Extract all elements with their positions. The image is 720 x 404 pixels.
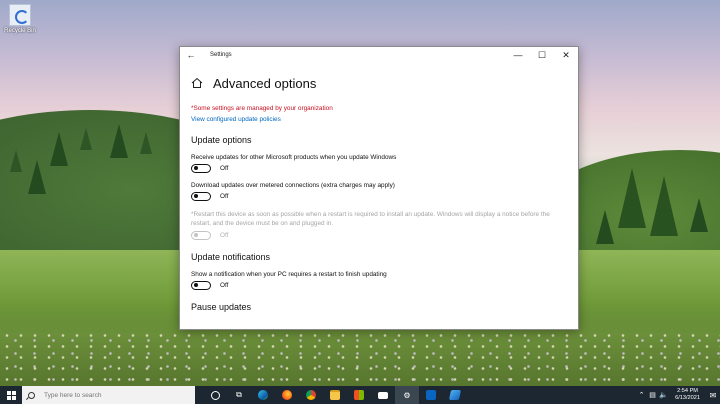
wallpaper-tree	[28, 160, 46, 194]
metered-download-label: Download updates over metered connection…	[191, 182, 395, 189]
window-title: Settings	[210, 52, 232, 58]
settings-window: ← Settings — ☐ ✕ Advanced options *Some …	[179, 46, 579, 330]
page-header: Advanced options	[191, 71, 568, 95]
file-explorer-icon[interactable]	[323, 386, 347, 404]
toggle-state-text: Off	[220, 232, 229, 239]
clock-time: 2:54 PM	[677, 388, 698, 394]
wallpaper-tree	[690, 198, 708, 232]
clock[interactable]: 2:54 PM 6/13/2021	[675, 388, 700, 402]
wallpaper-flowers	[0, 330, 720, 386]
chrome-icon[interactable]	[299, 386, 323, 404]
receive-other-updates-row: Off	[191, 164, 568, 173]
volume-icon[interactable]: 🔈	[658, 391, 669, 399]
close-button[interactable]: ✕	[554, 47, 578, 63]
page-title: Advanced options	[213, 75, 317, 91]
receive-other-updates-toggle[interactable]	[191, 164, 211, 173]
settings-content: Advanced options *Some settings are mana…	[180, 63, 578, 312]
system-tray: ⌃ ▤ 🔈 2:54 PM 6/13/2021 ✉	[636, 388, 720, 402]
restart-notification-label: Show a notification when your PC require…	[191, 271, 387, 278]
metered-download-row: Off	[191, 192, 568, 201]
toggle-state-text: Off	[220, 165, 229, 172]
wallpaper-tree	[650, 176, 678, 236]
home-icon[interactable]	[191, 77, 203, 89]
store-icon[interactable]	[347, 386, 371, 404]
toggle-state-text: Off	[220, 282, 229, 289]
recycle-bin-icon	[9, 4, 31, 26]
task-view-icon[interactable]: ⧉	[227, 386, 251, 404]
restart-asap-toggle	[191, 231, 211, 240]
restart-notification-toggle[interactable]	[191, 281, 211, 290]
update-notifications-heading: Update notifications	[191, 252, 271, 262]
view-policies-link[interactable]: View configured update policies	[191, 116, 568, 123]
desktop-icon-label: Recycle Bin	[4, 28, 36, 34]
maximize-button[interactable]: ☐	[530, 47, 554, 63]
update-options-heading: Update options	[191, 135, 252, 145]
search-icon	[28, 391, 35, 399]
pause-updates-heading: Pause updates	[191, 302, 252, 312]
firefox-icon[interactable]	[275, 386, 299, 404]
windows-logo-icon	[6, 390, 16, 400]
azure-icon[interactable]	[443, 386, 467, 404]
wallpaper-tree	[80, 128, 92, 150]
wallpaper-tree	[140, 132, 152, 154]
title-bar: ← Settings — ☐ ✕	[180, 47, 578, 63]
settings-icon[interactable]: ⚙	[395, 386, 419, 404]
taskbar-search-box[interactable]	[22, 386, 195, 404]
wallpaper-tree	[50, 132, 68, 166]
wallpaper-tree	[110, 124, 128, 158]
wallpaper-tree	[618, 168, 646, 228]
wallpaper-tree	[596, 210, 614, 244]
edge-icon[interactable]	[251, 386, 275, 404]
cortana-icon[interactable]	[203, 386, 227, 404]
search-input[interactable]	[44, 391, 184, 399]
pinned-apps: ⧉ ⚙	[203, 386, 467, 404]
toggle-state-text: Off	[220, 193, 229, 200]
managed-warning: *Some settings are managed by your organ…	[191, 105, 333, 112]
network-icon[interactable]: ▤	[647, 391, 658, 399]
restart-notification-row: Off	[191, 281, 568, 290]
taskbar: ⧉ ⚙ ⌃ ▤ 🔈 2:54 PM 6/13/2021 ✉	[0, 386, 720, 404]
metered-download-toggle[interactable]	[191, 192, 211, 201]
outlook-icon[interactable]	[419, 386, 443, 404]
mail-icon[interactable]	[371, 386, 395, 404]
start-button[interactable]	[0, 386, 22, 404]
recycle-bin-shortcut[interactable]: Recycle Bin	[4, 4, 36, 34]
back-arrow-icon[interactable]: ←	[180, 47, 202, 63]
chevron-up-icon[interactable]: ⌃	[636, 391, 647, 399]
restart-asap-row: Off	[191, 231, 568, 240]
receive-other-updates-label: Receive updates for other Microsoft prod…	[191, 154, 397, 161]
clock-date: 6/13/2021	[675, 395, 700, 401]
minimize-button[interactable]: —	[506, 47, 530, 63]
restart-asap-label: *Restart this device as soon as possible…	[191, 211, 550, 227]
wallpaper-tree	[10, 150, 22, 172]
notification-icon[interactable]: ✉	[706, 391, 720, 400]
